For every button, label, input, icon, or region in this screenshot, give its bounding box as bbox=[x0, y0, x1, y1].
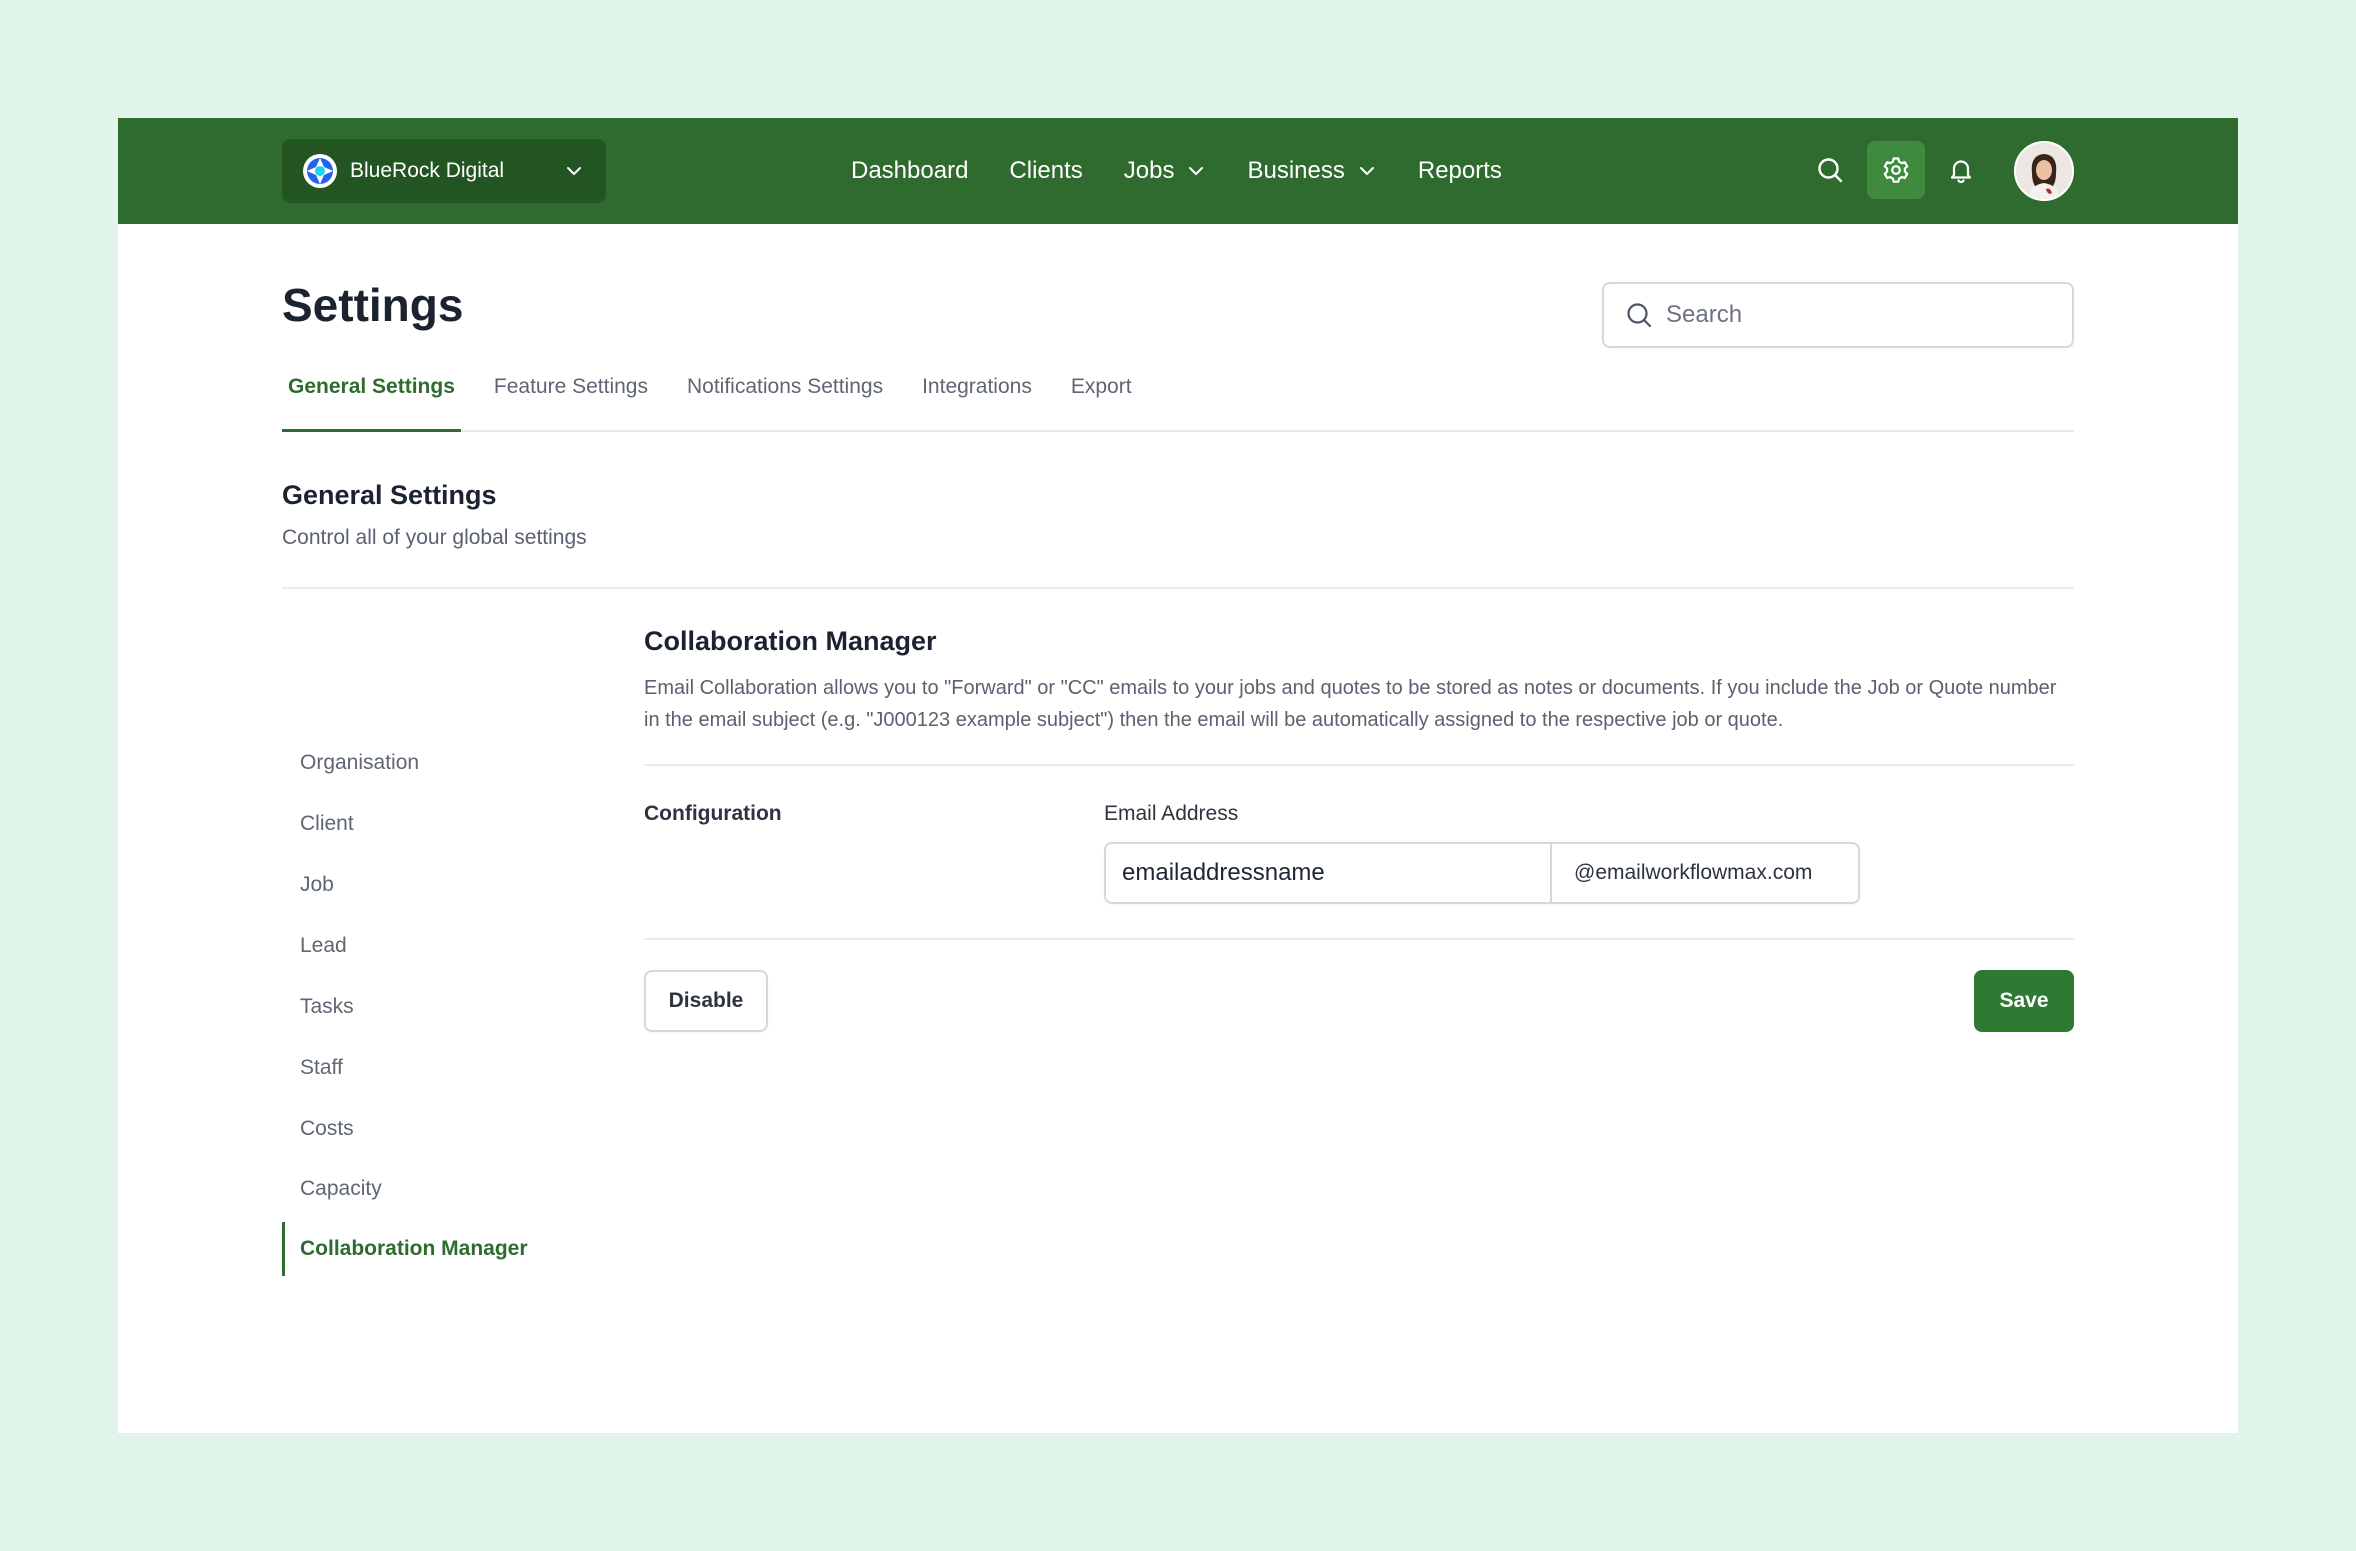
app-window: BlueRock Digital Dashboard Clients Jobs … bbox=[118, 118, 2238, 1433]
chevron-down-icon bbox=[567, 167, 581, 175]
email-domain-suffix: @emailworkflowmax.com bbox=[1574, 861, 1813, 884]
main-nav: Dashboard Clients Jobs Business Reports bbox=[851, 118, 1543, 224]
email-address-input[interactable] bbox=[1106, 844, 1552, 902]
sidebar-item-tasks[interactable]: Tasks bbox=[282, 980, 602, 1034]
chevron-down-icon bbox=[1359, 167, 1374, 175]
section-divider bbox=[282, 587, 2074, 589]
nav-clients[interactable]: Clients bbox=[1009, 157, 1082, 185]
settings-tabs: General Settings Feature Settings Notifi… bbox=[282, 364, 2074, 432]
tab-notifications-settings[interactable]: Notifications Settings bbox=[681, 364, 889, 432]
nav-settings-button[interactable] bbox=[1867, 141, 1925, 199]
search-icon bbox=[1627, 303, 1652, 328]
search-icon bbox=[1818, 158, 1843, 183]
content-title: Collaboration Manager bbox=[644, 626, 937, 656]
nav-business-label: Business bbox=[1247, 157, 1345, 184]
search-input[interactable] bbox=[1666, 301, 2046, 329]
nav-jobs[interactable]: Jobs bbox=[1124, 157, 1207, 185]
footer-divider bbox=[644, 938, 2074, 940]
gear-icon bbox=[1883, 157, 1909, 183]
nav-reports-label: Reports bbox=[1417, 157, 1502, 184]
org-switcher[interactable]: BlueRock Digital bbox=[282, 139, 606, 203]
configuration-label: Configuration bbox=[644, 802, 782, 825]
settings-search[interactable] bbox=[1602, 282, 2074, 348]
nav-dashboard-label: Dashboard bbox=[851, 157, 969, 184]
email-address-label: Email Address bbox=[1104, 802, 1239, 825]
content-divider bbox=[644, 764, 2074, 766]
nav-clients-label: Clients bbox=[1009, 157, 1083, 184]
nav-search-button[interactable] bbox=[1801, 141, 1859, 199]
save-button[interactable]: Save bbox=[1974, 970, 2074, 1032]
page-title: Settings bbox=[282, 279, 464, 331]
sidebar-item-client[interactable]: Client bbox=[282, 797, 602, 851]
chevron-down-icon bbox=[1189, 167, 1204, 175]
sidebar-item-costs[interactable]: Costs bbox=[282, 1102, 602, 1156]
nav-jobs-label: Jobs bbox=[1123, 157, 1175, 184]
org-logo-icon bbox=[303, 154, 337, 188]
sidebar-item-staff[interactable]: Staff bbox=[282, 1041, 602, 1095]
nav-dashboard[interactable]: Dashboard bbox=[851, 157, 968, 185]
tab-integrations[interactable]: Integrations bbox=[916, 364, 1038, 432]
nav-notifications-button[interactable] bbox=[1932, 141, 1990, 199]
user-avatar[interactable] bbox=[2014, 141, 2074, 201]
section-subtitle: Control all of your global settings bbox=[282, 526, 587, 549]
nav-reports[interactable]: Reports bbox=[1418, 157, 1502, 185]
tab-general-settings[interactable]: General Settings bbox=[282, 364, 461, 432]
top-nav: BlueRock Digital Dashboard Clients Jobs … bbox=[118, 118, 2238, 224]
avatar-photo-icon bbox=[2016, 143, 2072, 199]
sidebar-item-lead[interactable]: Lead bbox=[282, 919, 602, 973]
tab-export[interactable]: Export bbox=[1065, 364, 1138, 432]
nav-business[interactable]: Business bbox=[1247, 157, 1376, 185]
sidebar-item-organisation[interactable]: Organisation bbox=[282, 736, 602, 790]
content-description: Email Collaboration allows you to "Forwa… bbox=[644, 677, 2057, 731]
org-name: BlueRock Digital bbox=[350, 159, 505, 182]
sidebar-item-collaboration-manager[interactable]: Collaboration Manager bbox=[282, 1222, 602, 1276]
disable-button[interactable]: Disable bbox=[644, 970, 768, 1032]
sidebar-item-job[interactable]: Job bbox=[282, 858, 602, 912]
tab-feature-settings[interactable]: Feature Settings bbox=[488, 364, 654, 432]
sidebar-item-capacity[interactable]: Capacity bbox=[282, 1162, 602, 1216]
section-title: General Settings bbox=[282, 480, 497, 510]
email-address-group: @emailworkflowmax.com bbox=[1104, 842, 1860, 904]
bell-icon bbox=[1950, 160, 1972, 184]
